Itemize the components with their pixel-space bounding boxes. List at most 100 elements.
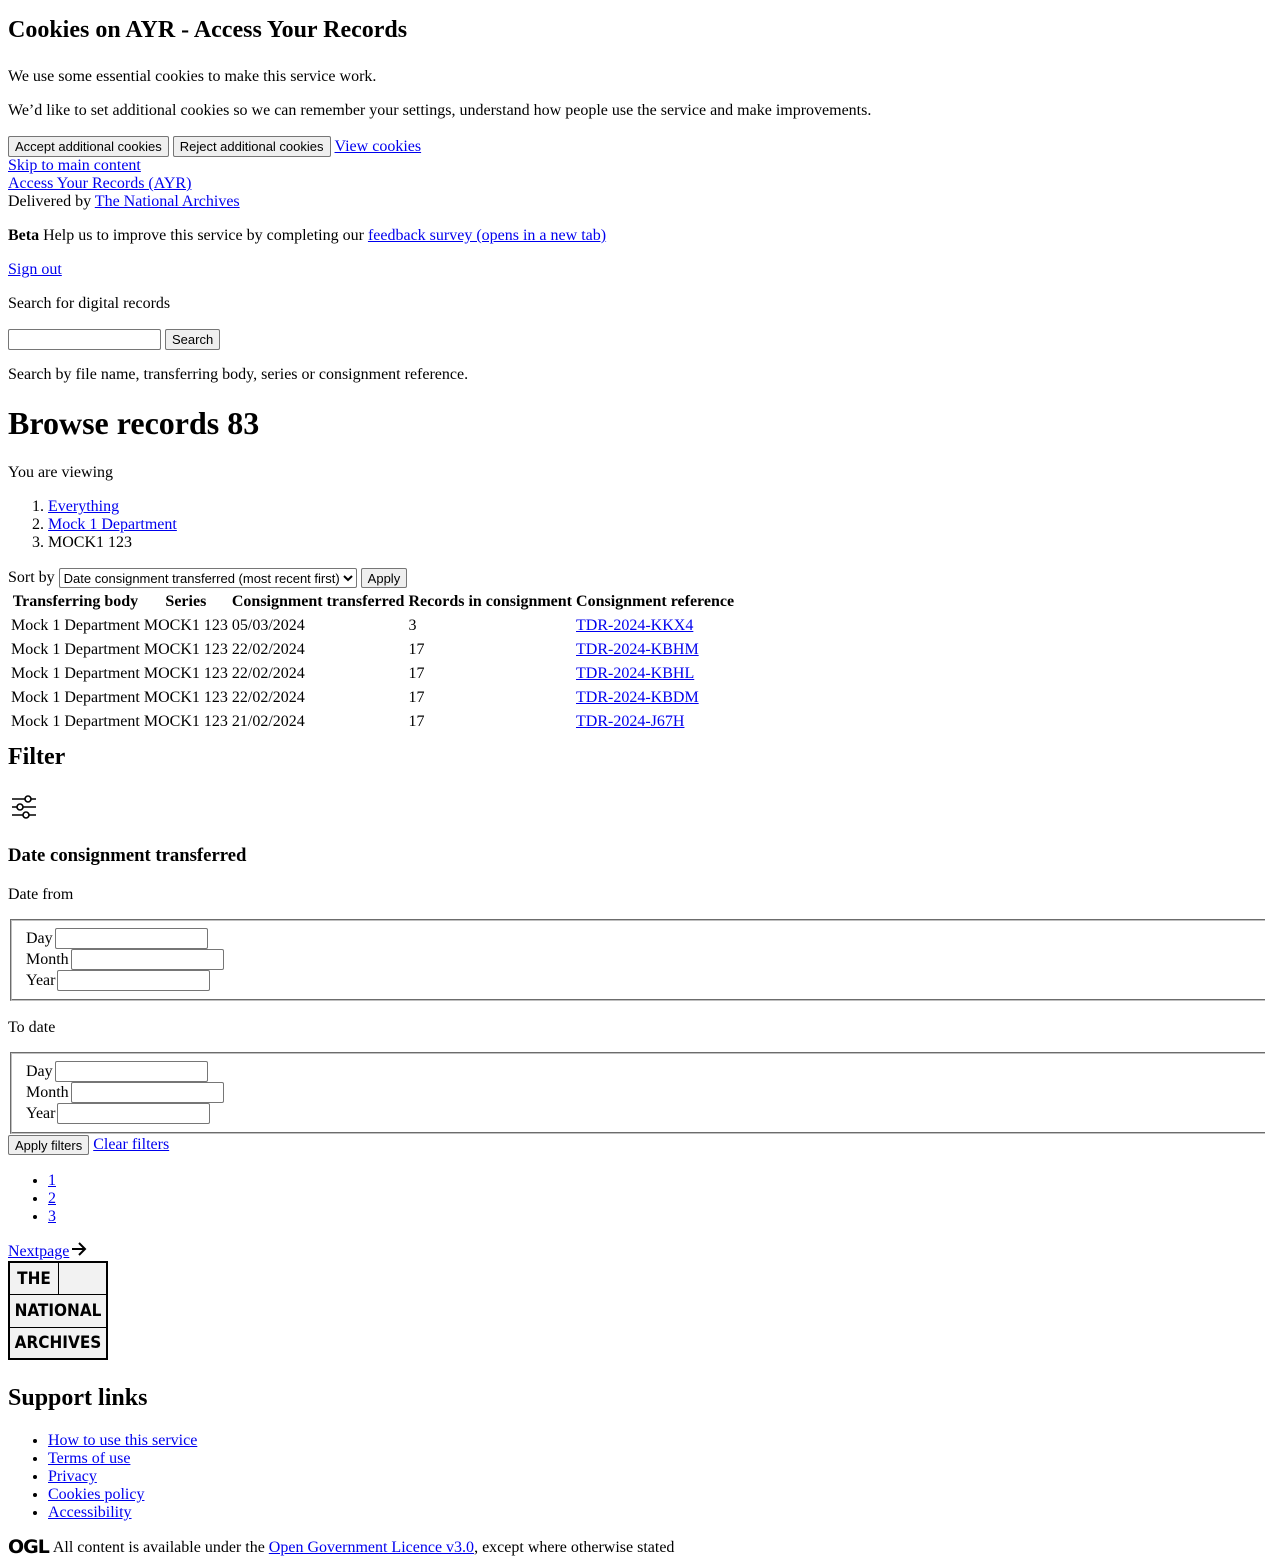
breadcrumb-item-series: MOCK1 123 <box>48 534 348 552</box>
cell-consignment-transferred: 21/02/2024 <box>231 713 305 730</box>
filter-sliders-icon[interactable] <box>10 793 38 821</box>
to-date-day-group: Day <box>26 1061 208 1082</box>
cell-series: MOCK1 123 <box>143 617 228 634</box>
to-date-month-label: Month <box>26 1083 69 1101</box>
column-header-series: Series <box>165 593 207 610</box>
viewing-label: You are viewing <box>8 464 114 481</box>
cookies-policy-link[interactable]: Cookies policy <box>48 1486 144 1503</box>
cell-records-count: 17 <box>408 689 425 706</box>
date-from-fieldset: Day Month Year <box>10 919 1265 1001</box>
search-input[interactable] <box>8 329 161 350</box>
breadcrumb-item-everything: Everything <box>48 498 348 516</box>
date-from-month-group: Month <box>26 949 224 970</box>
accept-cookies-button[interactable]: Accept additional cookies <box>8 136 169 157</box>
filter-date-subheading: Date consignment transferred <box>8 845 247 866</box>
licence-row: OGL All content is available under the O… <box>8 1538 674 1557</box>
consignment-reference-link[interactable]: TDR-2024-KBDM <box>576 689 699 706</box>
delivered-by-text: Delivered by <box>8 193 92 210</box>
accessibility-link[interactable]: Accessibility <box>48 1504 132 1521</box>
table-row: Mock 1 Department MOCK1 123 21/02/2024 1… <box>10 711 735 733</box>
consignment-reference-link[interactable]: TDR-2024-KBHM <box>576 641 699 658</box>
cell-consignment-reference: TDR-2024-KBDM <box>575 687 735 709</box>
sort-label: Sort by <box>8 569 55 586</box>
filter-actions: Apply filters Clear filters <box>8 1135 169 1155</box>
reject-cookies-button[interactable]: Reject additional cookies <box>172 136 331 157</box>
breadcrumb-link-department[interactable]: Mock 1 Department <box>48 516 177 533</box>
open-government-licence-link[interactable]: Open Government Licence v3.0 <box>269 1539 474 1556</box>
logo-cell-blank <box>58 1262 107 1295</box>
to-date-day-input[interactable] <box>54 1061 208 1082</box>
search-form: Search <box>8 329 221 350</box>
filter-heading: Filter <box>8 744 66 770</box>
search-label: Search for digital records <box>8 295 171 312</box>
date-from-year-input[interactable] <box>57 970 211 991</box>
list-item: Cookies policy <box>48 1486 348 1504</box>
cookie-banner-heading: Cookies on AYR - Access Your Records <box>8 17 408 43</box>
to-date-label: To date <box>8 1019 56 1036</box>
search-hint: Search by file name, transferring body, … <box>8 366 469 383</box>
page-link-2[interactable]: 2 <box>48 1190 56 1207</box>
date-from-day-input[interactable] <box>54 928 208 949</box>
page-link-1[interactable]: 1 <box>48 1172 56 1189</box>
cell-records-count: 3 <box>408 617 417 634</box>
cookie-banner-actions: Accept additional cookies Reject additio… <box>8 136 421 157</box>
cell-series: MOCK1 123 <box>143 689 228 706</box>
sort-select[interactable]: Date consignment transferred (most recen… <box>58 568 357 588</box>
cookie-banner-text-essential: We use some essential cookies to make th… <box>8 68 377 85</box>
next-page-link[interactable]: Nextpage <box>8 1243 69 1261</box>
cell-records-count: 17 <box>408 665 425 682</box>
date-from-month-input[interactable] <box>70 949 224 970</box>
pagination-item: 2 <box>48 1190 148 1208</box>
date-from-label: Date from <box>8 886 74 903</box>
to-date-year-input[interactable] <box>57 1103 211 1124</box>
view-cookies-link[interactable]: View cookies <box>335 138 422 156</box>
national-archives-logo[interactable]: THE NATIONAL ARCHIVES <box>8 1261 108 1360</box>
column-header-transferring-body: Transferring body <box>12 593 139 610</box>
feedback-survey-link[interactable]: feedback survey (opens in a new tab) <box>368 227 606 244</box>
list-item: Privacy <box>48 1468 348 1486</box>
date-from-year-label: Year <box>26 971 56 989</box>
pagination: 1 2 3 <box>8 1172 148 1226</box>
cell-consignment-transferred: 22/02/2024 <box>231 689 305 706</box>
logo-cell-archives: ARCHIVES <box>9 1327 107 1359</box>
cookie-banner-text-additional: We’d like to set additional cookies so w… <box>8 102 872 119</box>
cell-transferring-body: Mock 1 Department <box>11 617 140 634</box>
to-date-month-input[interactable] <box>70 1082 224 1103</box>
how-to-use-link[interactable]: How to use this service <box>48 1432 197 1449</box>
breadcrumb-link-everything[interactable]: Everything <box>48 498 119 515</box>
table-row: Mock 1 Department MOCK1 123 22/02/2024 1… <box>10 687 735 709</box>
clear-filters-link[interactable]: Clear filters <box>93 1136 169 1154</box>
consignment-reference-link[interactable]: TDR-2024-KKX4 <box>576 617 693 634</box>
support-links-list: How to use this service Terms of use Pri… <box>8 1432 348 1522</box>
breadcrumb: Everything Mock 1 Department MOCK1 123 <box>8 498 348 552</box>
arrow-right-icon[interactable] <box>71 1242 87 1261</box>
to-date-day-label: Day <box>26 1062 53 1080</box>
sort-apply-button[interactable]: Apply <box>360 568 408 588</box>
to-date-month-group: Month <box>26 1082 224 1103</box>
list-item: Accessibility <box>48 1504 348 1522</box>
beta-text: Help us to improve this service by compl… <box>43 227 364 244</box>
cell-consignment-transferred: 22/02/2024 <box>231 665 305 682</box>
privacy-link[interactable]: Privacy <box>48 1468 97 1485</box>
next-page: Nextpage <box>8 1242 87 1261</box>
terms-of-use-link[interactable]: Terms of use <box>48 1450 130 1467</box>
page-title: Browse records 83 <box>8 405 260 441</box>
skip-to-main-link[interactable]: Skip to main content <box>8 157 141 175</box>
cell-transferring-body: Mock 1 Department <box>11 689 140 706</box>
to-date-year-label: Year <box>26 1104 56 1122</box>
consignment-reference-link[interactable]: TDR-2024-J67H <box>576 713 684 730</box>
apply-filters-button[interactable]: Apply filters <box>8 1135 90 1155</box>
page-link-3[interactable]: 3 <box>48 1208 56 1225</box>
to-date-fieldset: Day Month Year <box>10 1052 1265 1134</box>
cell-series: MOCK1 123 <box>143 641 228 658</box>
records-table: Transferring body Series Consignment tra… <box>8 589 737 735</box>
sign-out-link[interactable]: Sign out <box>8 261 62 279</box>
service-name-link[interactable]: Access Your Records (AYR) <box>8 175 191 193</box>
column-header-consignment-transferred: Consignment transferred <box>231 593 405 610</box>
cell-series: MOCK1 123 <box>143 713 228 730</box>
support-links-heading: Support links <box>8 1385 148 1411</box>
national-archives-link[interactable]: The National Archives <box>95 193 240 210</box>
consignment-reference-link[interactable]: TDR-2024-KBHL <box>576 665 694 682</box>
search-button[interactable]: Search <box>165 329 221 350</box>
breadcrumb-current: MOCK1 123 <box>48 534 133 551</box>
